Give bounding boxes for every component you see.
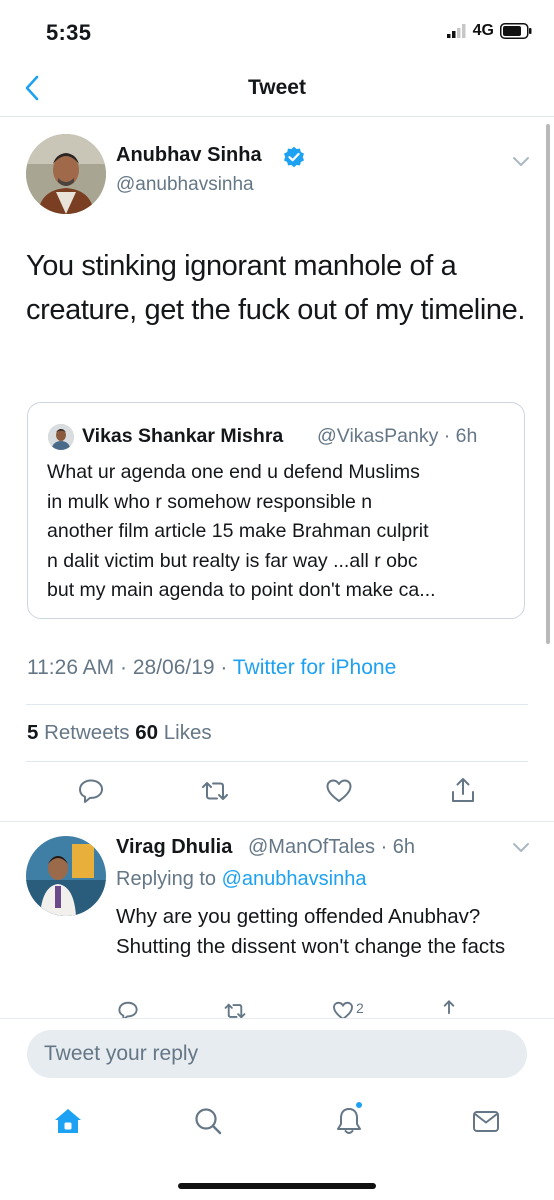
- reply-like-count: 2: [356, 1000, 364, 1016]
- home-indicator[interactable]: [178, 1183, 376, 1189]
- quoted-text-line: another film article 15 make Brahman cul…: [47, 520, 429, 542]
- chevron-down-icon: [513, 843, 529, 852]
- share-button[interactable]: [449, 776, 477, 804]
- likes-label[interactable]: Likes: [158, 721, 212, 744]
- retweet-button[interactable]: [200, 777, 228, 805]
- notification-dot: [356, 1102, 362, 1108]
- divider: [0, 821, 554, 822]
- quoted-text-line: n dalit victim but realty is far way ...…: [47, 549, 418, 572]
- messages-icon: [473, 1111, 499, 1132]
- quoted-text-line: but my main agenda to point don't make c…: [47, 579, 436, 601]
- tweet-options-button[interactable]: [511, 155, 531, 169]
- page-title: Tweet: [248, 76, 306, 99]
- avatar-photo: [26, 836, 106, 916]
- battery-icon: [500, 23, 532, 39]
- verified-badge-icon: [283, 146, 305, 168]
- network-type: 4G: [472, 22, 494, 39]
- tab-home[interactable]: [53, 1106, 83, 1136]
- tab-notifications[interactable]: [334, 1106, 364, 1136]
- scrollbar[interactable]: [546, 124, 550, 644]
- reply-author-avatar[interactable]: [26, 836, 106, 916]
- home-icon: [55, 1109, 81, 1133]
- tweet-text: You stinking ignorant manhole of a creat…: [26, 250, 525, 326]
- like-button[interactable]: [325, 777, 353, 805]
- comment-icon: [79, 779, 103, 803]
- timestamp-text: 11:26 AM · 28/06/19 ·: [27, 656, 233, 679]
- avatar-photo: [48, 424, 74, 450]
- quoted-author-name: Vikas Shankar Mishra: [82, 425, 284, 447]
- status-time: 5:35: [46, 20, 92, 45]
- notifications-icon: [337, 1108, 361, 1134]
- reply-options-button[interactable]: [511, 841, 531, 855]
- replying-to: Replying to @anubhavsinha: [116, 868, 366, 891]
- share-icon: [452, 778, 474, 802]
- heart-icon: [326, 779, 352, 802]
- retweet-icon: [202, 782, 228, 800]
- reply-button[interactable]: [77, 777, 105, 805]
- replying-to-link[interactable]: @anubhavsinha: [222, 868, 367, 890]
- avatar-photo: [26, 134, 106, 214]
- quoted-author-avatar: [48, 424, 74, 450]
- chevron-down-icon: [513, 157, 529, 166]
- replying-prefix: Replying to: [116, 868, 222, 890]
- tweet-stats: 5 Retweets 60 Likes: [27, 721, 212, 745]
- quoted-tweet-text: What ur agenda one end u defend Muslims …: [47, 458, 517, 606]
- tab-search[interactable]: [193, 1106, 223, 1136]
- quoted-author-handle: @VikasPanky · 6h: [317, 425, 478, 447]
- divider: [26, 704, 528, 705]
- search-icon: [195, 1108, 222, 1135]
- retweets-count[interactable]: 5: [27, 721, 38, 744]
- tweet-source-link[interactable]: Twitter for iPhone: [233, 656, 396, 679]
- reply-input-placeholder[interactable]: Tweet your reply: [44, 1042, 198, 1066]
- tab-messages[interactable]: [471, 1106, 501, 1136]
- author-name[interactable]: Anubhav Sinha: [116, 144, 262, 167]
- divider: [26, 761, 528, 762]
- nav-divider: [0, 116, 554, 117]
- signal-icon: [446, 24, 466, 38]
- tweet-timestamp: 11:26 AM · 28/06/19 · Twitter for iPhone: [27, 656, 396, 680]
- reply-text: Why are you getting offended Anubhav? Sh…: [116, 905, 506, 958]
- author-handle[interactable]: @anubhavsinha: [116, 174, 254, 196]
- likes-count[interactable]: 60: [135, 721, 158, 744]
- quoted-text-line: in mulk who r somehow responsible n: [47, 490, 373, 513]
- status-indicators: 4G: [446, 22, 532, 40]
- author-avatar[interactable]: [26, 134, 106, 214]
- quoted-text-line: What ur agenda one end u defend Muslims: [47, 461, 420, 483]
- reply-author-handle[interactable]: @ManOfTales · 6h: [248, 836, 415, 859]
- reply-author-name[interactable]: Virag Dhulia: [116, 836, 232, 859]
- retweets-label[interactable]: Retweets: [38, 721, 135, 744]
